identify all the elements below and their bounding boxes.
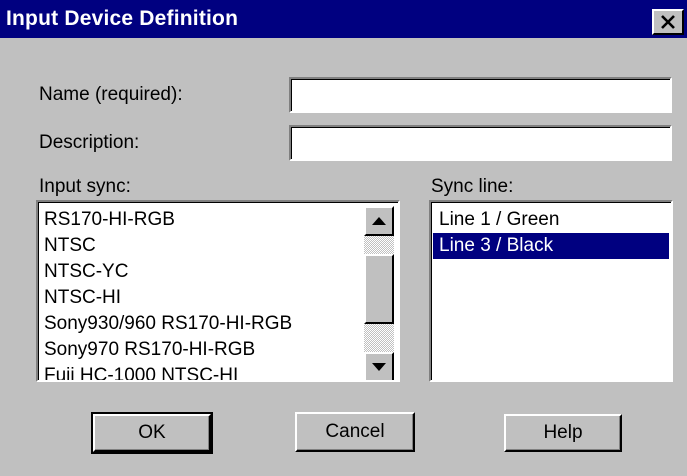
input-sync-list[interactable]: RS170-HI-RGB NTSC NTSC-YC NTSC-HI Sony93… <box>36 200 400 382</box>
close-icon <box>661 15 675 29</box>
scroll-down-button[interactable] <box>364 352 394 380</box>
description-input[interactable] <box>289 125 672 161</box>
list-item[interactable]: Fuji HC-1000 NTSC-HI <box>38 363 364 380</box>
scroll-up-button[interactable] <box>364 206 394 236</box>
input-sync-scrollbar[interactable] <box>364 206 394 380</box>
list-item[interactable]: NTSC <box>38 233 364 259</box>
arrow-down-icon <box>372 363 386 371</box>
name-label: Name (required): <box>39 84 183 105</box>
arrow-up-icon <box>372 217 386 225</box>
list-item[interactable]: RS170-HI-RGB <box>38 207 364 233</box>
input-sync-label: Input sync: <box>39 176 131 197</box>
input-device-definition-dialog: Input Device Definition Name (required):… <box>0 0 687 476</box>
help-button[interactable]: Help <box>504 414 622 452</box>
sync-line-list[interactable]: Line 1 / Green Line 3 / Black <box>429 200 673 382</box>
list-item[interactable]: NTSC-HI <box>38 285 364 311</box>
sync-line-label: Sync line: <box>431 176 514 197</box>
description-label: Description: <box>39 132 140 153</box>
cancel-button[interactable]: Cancel <box>295 412 415 452</box>
close-button[interactable] <box>652 9 684 35</box>
list-item[interactable]: NTSC-YC <box>38 259 364 285</box>
list-item-selected[interactable]: Line 3 / Black <box>433 233 669 259</box>
window-title: Input Device Definition <box>6 7 239 30</box>
title-bar[interactable]: Input Device Definition <box>0 0 687 38</box>
scroll-thumb[interactable] <box>364 254 394 324</box>
list-item[interactable]: Sony930/960 RS170-HI-RGB <box>38 311 364 337</box>
ok-button[interactable]: OK <box>91 412 213 454</box>
list-item[interactable]: Sony970 RS170-HI-RGB <box>38 337 364 363</box>
list-item[interactable]: Line 1 / Green <box>433 207 669 233</box>
name-input[interactable] <box>289 77 672 113</box>
